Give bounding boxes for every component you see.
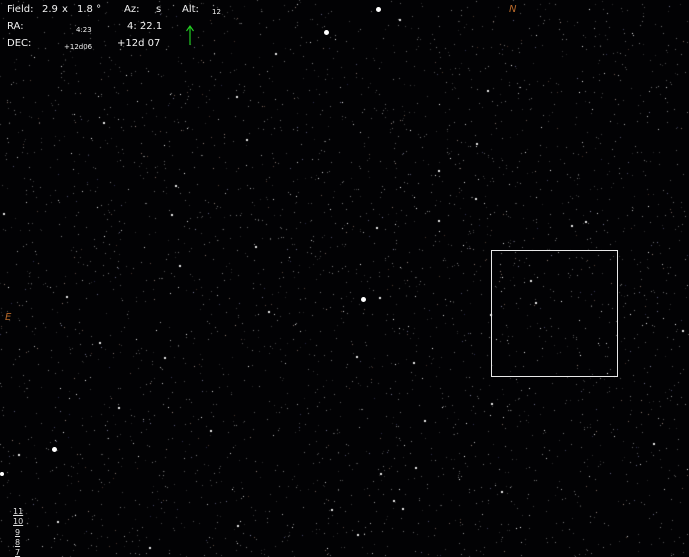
az-label: Az: (124, 4, 140, 15)
dec-value: +12d 07 (117, 38, 161, 49)
alt-label: Alt: (182, 4, 199, 15)
bright-star[interactable] (52, 447, 57, 452)
ra-small-value: 4:23 (76, 26, 92, 34)
mag-scale-11: 11 (13, 507, 24, 516)
fov-frame[interactable] (491, 250, 618, 377)
ra-label: RA: (7, 21, 24, 32)
dec-small-value: +12d06 (64, 43, 93, 51)
bright-star[interactable] (0, 472, 4, 476)
ra-value: 4: 22.1 (127, 21, 163, 32)
mag-scale-10: 10 (13, 517, 24, 526)
az-value: s (156, 4, 162, 15)
bright-star[interactable] (376, 7, 381, 12)
sky-chart-view[interactable]: Field: 2.9 x 1.8 ° Az: s Alt: 12 RA: 4:2… (0, 0, 689, 557)
bright-star[interactable] (324, 30, 329, 35)
compass-east: E (5, 312, 12, 323)
compass-north: N (509, 4, 517, 15)
field-x: x (62, 4, 68, 15)
field-width: 2.9 (42, 4, 58, 15)
mag-scale-7: 7 (15, 548, 21, 557)
dec-label: DEC: (7, 38, 32, 49)
bright-star[interactable] (361, 297, 366, 302)
mag-scale-9: 9 (15, 528, 21, 537)
mag-scale-8: 8 (15, 538, 21, 547)
field-label: Field: (7, 4, 34, 15)
up-arrow-icon (186, 24, 194, 45)
field-height: 1.8 ° (77, 4, 102, 15)
alt-value: 12 (212, 8, 221, 16)
